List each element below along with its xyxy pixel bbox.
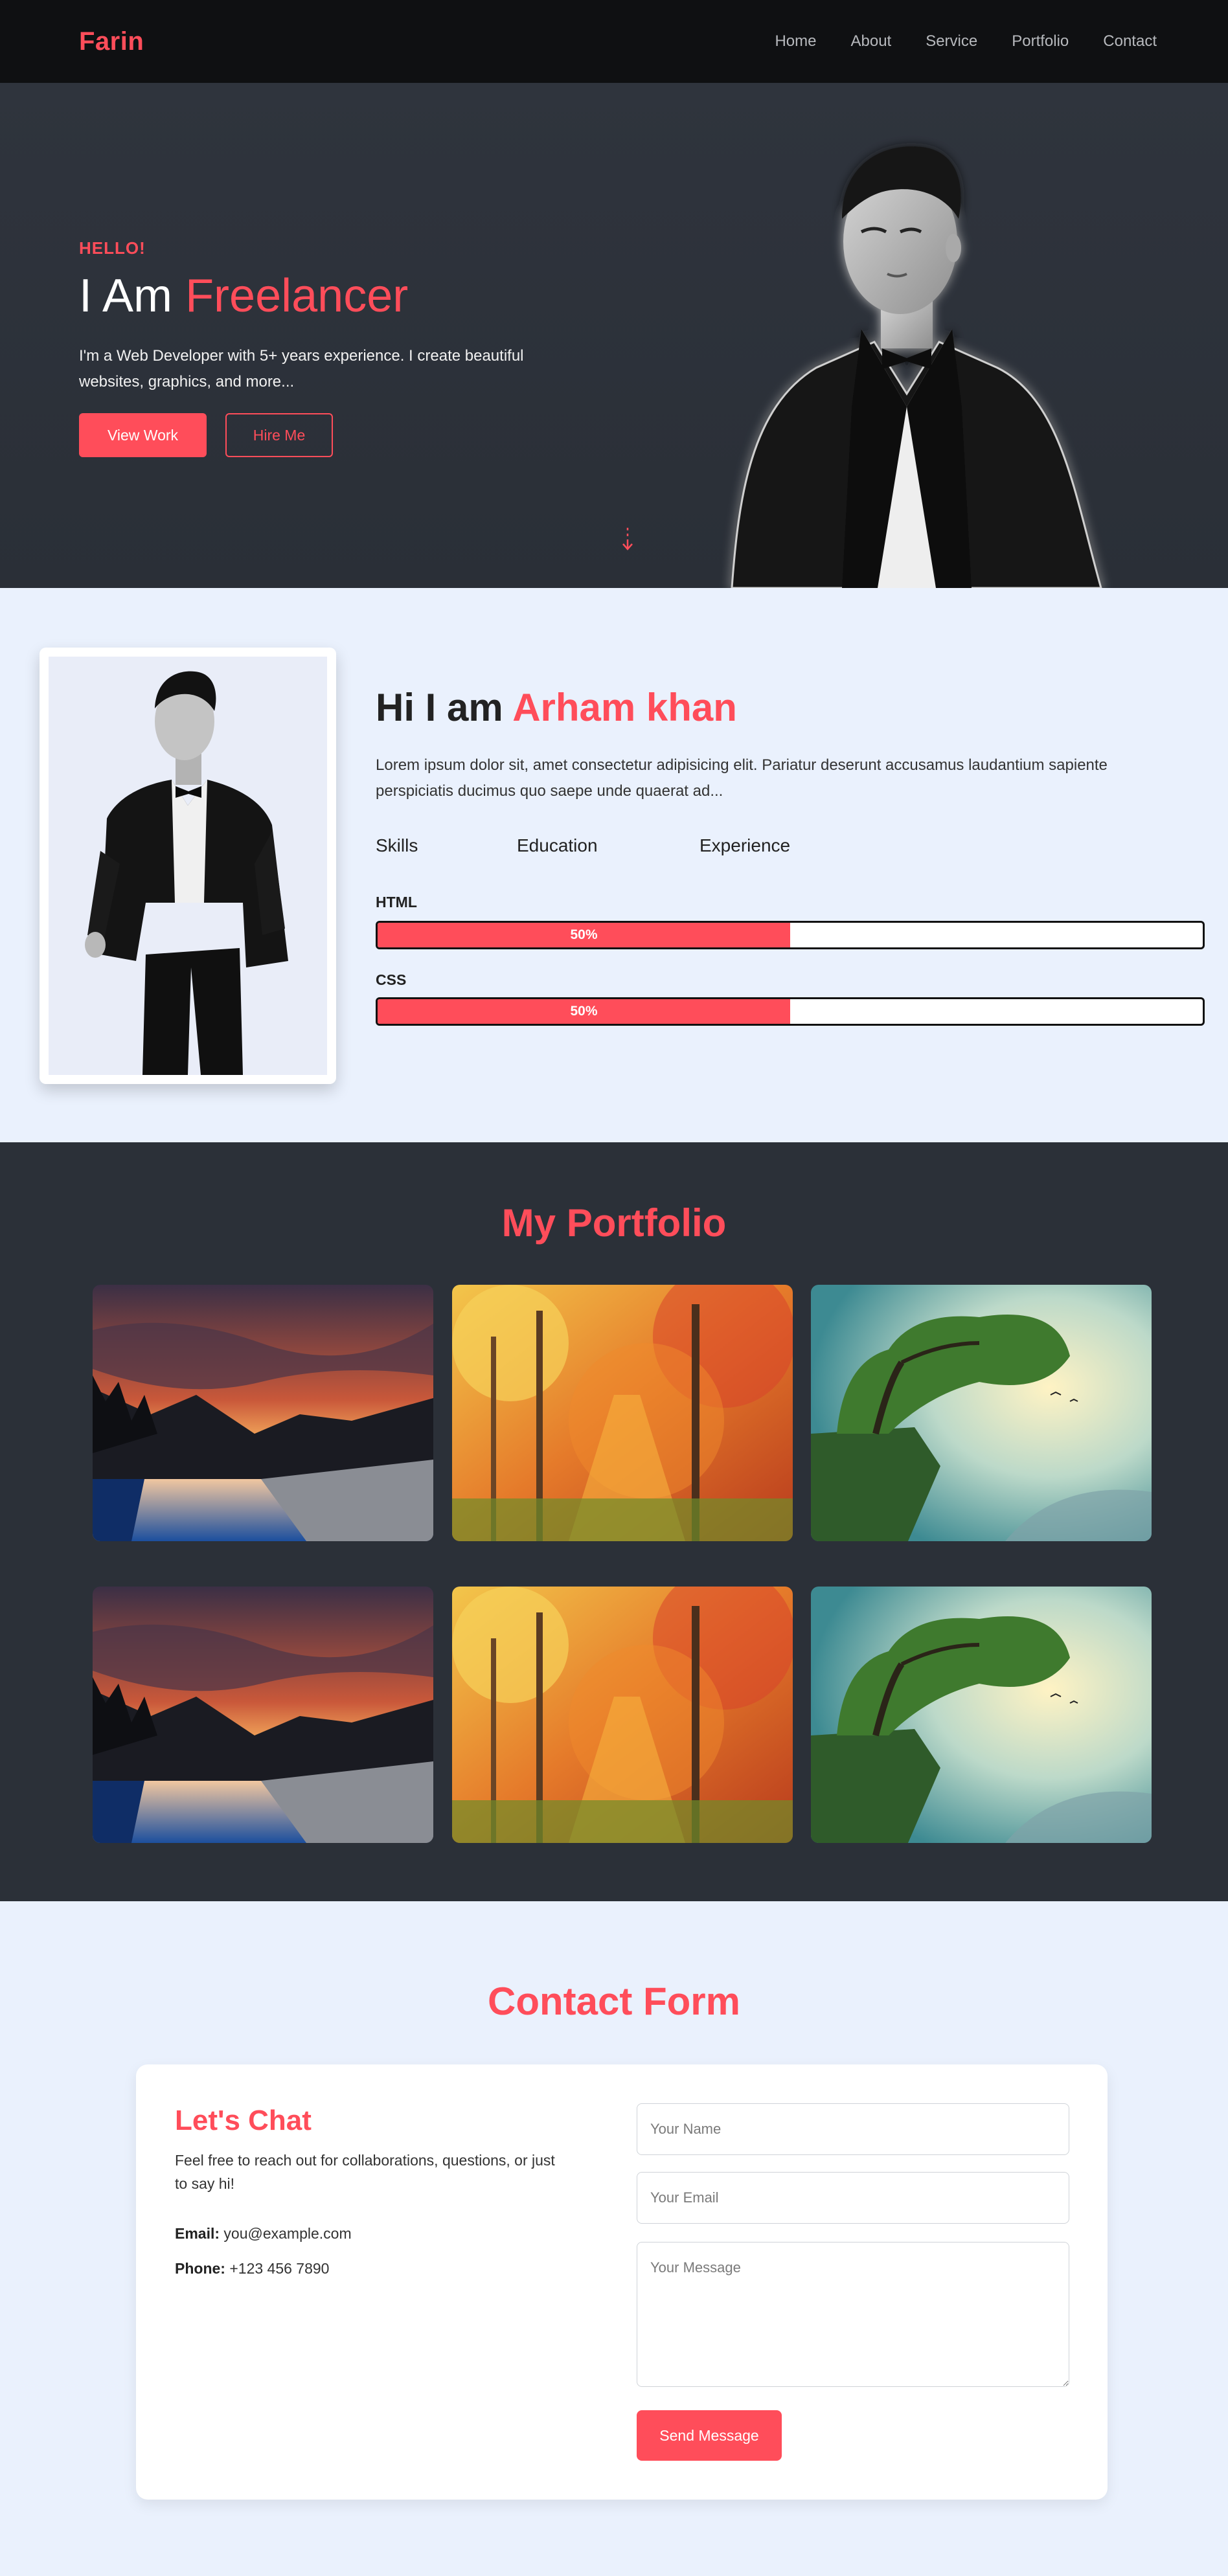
profile-photo-frame	[40, 648, 336, 1084]
about-tabs: Skills Education Experience	[376, 835, 790, 856]
skill-label-css: CSS	[376, 971, 407, 988]
contact-email: Email: you@example.com	[175, 2225, 352, 2243]
portfolio-image-2	[452, 1285, 793, 1541]
portfolio-image-6	[811, 1587, 1152, 1843]
about-title: Hi I am Arham khan	[376, 685, 737, 730]
nav-link-home[interactable]: Home	[775, 32, 816, 51]
chat-description: Feel free to reach out for collaboration…	[175, 2152, 555, 2192]
tab-skills[interactable]: Skills	[376, 835, 517, 856]
skill-fill-css: 50%	[378, 999, 790, 1024]
tab-education[interactable]: Education	[517, 835, 699, 856]
about-title-prefix: Hi I am	[376, 686, 503, 729]
email-input[interactable]	[637, 2172, 1069, 2224]
portfolio-item-5[interactable]	[452, 1587, 793, 1843]
nav-link-contact[interactable]: Contact	[1103, 32, 1157, 51]
hire-me-button[interactable]: Hire Me	[225, 413, 333, 457]
navbar: Farin Home About Service Portfolio Conta…	[0, 0, 1228, 83]
nav-link-about[interactable]: About	[850, 32, 891, 51]
nav-link-service[interactable]: Service	[926, 32, 977, 51]
send-message-button[interactable]: Send Message	[637, 2410, 782, 2461]
chat-title: Let's Chat	[175, 2105, 312, 2136]
profile-photo	[49, 657, 327, 1075]
view-work-button[interactable]: View Work	[79, 413, 207, 457]
nav-links: Home About Service Portfolio Contact	[775, 32, 1157, 51]
tab-experience[interactable]: Experience	[699, 835, 790, 856]
hero-greeting: HELLO!	[79, 238, 146, 258]
portfolio-title: My Portfolio	[501, 1201, 727, 1245]
portfolio-item-2[interactable]	[452, 1285, 793, 1541]
brand-logo[interactable]: Farin	[79, 27, 144, 56]
about-text: Lorem ipsum dolor sit, amet consectetur …	[376, 756, 1108, 800]
skill-bar-css: 50%	[376, 997, 1205, 1026]
email-label: Email:	[175, 2225, 220, 2242]
hero-title-accent: Freelancer	[185, 270, 409, 322]
portfolio-item-6[interactable]	[811, 1587, 1152, 1843]
name-input[interactable]	[637, 2103, 1069, 2155]
portfolio-item-4[interactable]	[93, 1587, 433, 1843]
contact-card: Let's Chat Feel free to reach out for co…	[136, 2064, 1108, 2500]
portfolio-image-5	[452, 1587, 793, 1843]
skill-fill-html: 50%	[378, 923, 790, 947]
contact-section: Contact Form Let's Chat Feel free to rea…	[0, 1901, 1228, 2576]
hero-portrait	[731, 146, 1102, 588]
contact-phone: Phone: +123 456 7890	[175, 2260, 329, 2277]
about-title-accent: Arham khan	[512, 686, 737, 729]
portfolio-item-3[interactable]	[811, 1285, 1152, 1541]
contact-title: Contact Form	[488, 1980, 740, 2023]
message-textarea[interactable]	[637, 2242, 1069, 2387]
arrow-down-icon[interactable]	[620, 526, 635, 552]
hero-title: I Am Freelancer	[79, 269, 408, 322]
hero-title-prefix: I Am	[79, 270, 173, 322]
hero-description: I'm a Web Developer with 5+ years experi…	[79, 347, 524, 390]
about-section: Hi I am Arham khan Lorem ipsum dolor sit…	[0, 588, 1228, 1142]
phone-value: +123 456 7890	[229, 2260, 330, 2277]
nav-link-portfolio[interactable]: Portfolio	[1012, 32, 1069, 51]
portfolio-image-3	[811, 1285, 1152, 1541]
skill-label-html: HTML	[376, 894, 417, 910]
phone-label: Phone:	[175, 2260, 225, 2277]
portfolio-item-1[interactable]	[93, 1285, 433, 1541]
email-value: you@example.com	[223, 2225, 352, 2242]
hero-section: HELLO! I Am Freelancer I'm a Web Develop…	[0, 83, 1228, 588]
portfolio-section: My Portfolio	[0, 1142, 1228, 1901]
portfolio-image-4	[93, 1587, 433, 1843]
skill-bar-html: 50%	[376, 921, 1205, 949]
portfolio-image-1	[93, 1285, 433, 1541]
